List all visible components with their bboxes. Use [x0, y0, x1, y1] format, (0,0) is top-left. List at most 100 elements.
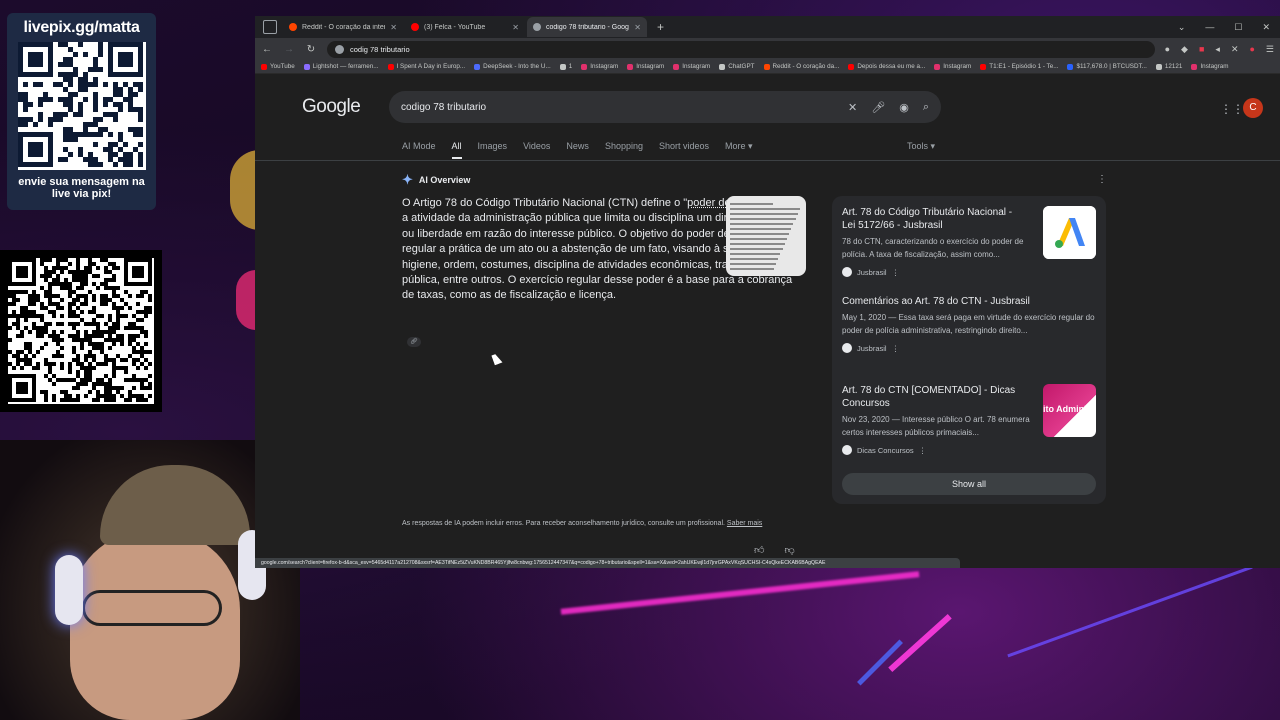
bookmark-item[interactable]: Reddit - O coração da...: [763, 63, 839, 70]
qr-module: [62, 157, 68, 162]
extension-icon[interactable]: ■: [1199, 44, 1204, 55]
speaker-icon[interactable]: ◂: [1215, 44, 1220, 55]
bookmark-item[interactable]: Instagram: [1191, 63, 1228, 70]
google-logo[interactable]: Google: [302, 96, 361, 118]
bookmark-item[interactable]: Depois dessa eu me a...: [848, 63, 925, 70]
source-card[interactable]: Comentários ao Art. 78 do CTN - Jusbrasi…: [842, 295, 1096, 384]
more-options-icon[interactable]: ⋮: [919, 446, 927, 455]
forward-icon[interactable]: →: [283, 44, 295, 55]
more-options-icon[interactable]: ⋮: [892, 344, 900, 353]
address-bar[interactable]: codig 78 tributario: [327, 40, 1155, 58]
apps-grid-icon[interactable]: ⋮⋮: [1220, 102, 1244, 116]
chevron-down-icon[interactable]: ⌄: [1178, 22, 1186, 33]
menu-icon[interactable]: ☰: [1266, 44, 1274, 55]
bookmark-item[interactable]: Instagram: [581, 63, 618, 70]
site-info-icon[interactable]: [335, 44, 344, 54]
thumbs-up-icon[interactable]: 👍︎: [754, 544, 764, 556]
microphone-icon[interactable]: 🎤︎: [871, 101, 885, 114]
thumbs-down-icon[interactable]: 👎︎: [784, 544, 794, 556]
tab-google-search[interactable]: codigo 78 tributario - Google S... ✕: [527, 17, 647, 37]
tab-reddit[interactable]: Reddit - O coração da internet ✕: [283, 17, 403, 37]
qr-module: [22, 82, 28, 87]
bookmark-item[interactable]: 1: [559, 63, 572, 70]
clear-icon[interactable]: ✕: [848, 101, 857, 114]
bookmark-label: DeepSeek - Into the U...: [483, 63, 551, 70]
sparkle-icon: ✦: [402, 172, 413, 187]
qr-module: [144, 334, 148, 338]
qr-module: [97, 117, 103, 122]
filter-tab[interactable]: All: [451, 141, 462, 159]
tab-youtube[interactable]: (3) Felca - YouTube ✕: [405, 17, 525, 37]
new-tab-button[interactable]: +: [649, 20, 672, 34]
show-all-button[interactable]: Show all: [842, 473, 1096, 495]
thumbnail-text-line: [730, 213, 798, 215]
filter-tab[interactable]: Short videos: [659, 141, 709, 159]
search-input[interactable]: codigo 78 tributario: [401, 102, 834, 113]
bookmark-item[interactable]: Instagram: [627, 63, 664, 70]
source-title[interactable]: Art. 78 do CTN [COMENTADO] - Dicas Concu…: [842, 384, 1027, 410]
qr-module: [60, 306, 64, 310]
minimize-icon[interactable]: —: [1205, 22, 1214, 33]
more-options-icon[interactable]: ⋮: [892, 268, 900, 277]
close-icon[interactable]: ✕: [512, 23, 519, 32]
search-icon[interactable]: ⌕: [923, 101, 929, 114]
bookmark-item[interactable]: $117,678.0 | BTCUSDT...: [1067, 63, 1147, 70]
bookmark-item[interactable]: Instagram: [673, 63, 710, 70]
reload-icon[interactable]: ↻: [305, 44, 317, 55]
search-box[interactable]: codigo 78 tributario ✕ 🎤︎ ◉ ⌕: [389, 91, 941, 123]
bookmark-item[interactable]: I Spent A Day in Europ...: [387, 63, 465, 70]
extension-icon[interactable]: ●: [1165, 44, 1170, 55]
qr-module: [96, 398, 100, 402]
filter-tab[interactable]: Videos: [523, 141, 550, 159]
qr-module: [68, 262, 72, 266]
qr-module: [148, 310, 152, 314]
qr-module: [40, 346, 44, 350]
tools-button[interactable]: Tools ▾: [907, 141, 935, 152]
qr-module: [28, 330, 32, 334]
bookmark-item[interactable]: ChatGPT: [719, 63, 755, 70]
source-card[interactable]: Art. 78 do Código Tributário Nacional - …: [842, 206, 1096, 295]
qr-module: [48, 322, 52, 326]
puzzle-icon[interactable]: ◆: [1181, 44, 1188, 55]
filter-tab[interactable]: More ▾: [725, 141, 753, 159]
close-icon[interactable]: ✕: [390, 23, 397, 32]
extension-icon[interactable]: ✕: [1231, 44, 1239, 55]
sources-panel: Art. 78 do Código Tributário Nacional - …: [832, 196, 1106, 504]
bookmark-item[interactable]: YouTube: [261, 63, 295, 70]
back-icon[interactable]: ←: [261, 44, 273, 55]
close-window-icon[interactable]: ✕: [1262, 22, 1270, 33]
feedback-buttons: 👍︎ 👎︎: [754, 544, 795, 556]
bookmark-item[interactable]: DeepSeek - Into the U...: [474, 63, 551, 70]
filter-tab[interactable]: Images: [478, 141, 508, 159]
link-icon[interactable]: 🔗︎: [407, 337, 421, 347]
filter-tab[interactable]: AI Mode: [402, 141, 436, 159]
qr-module: [16, 266, 28, 278]
bookmark-item[interactable]: Instagram: [934, 63, 971, 70]
qr-module: [128, 306, 132, 310]
learn-more-link[interactable]: Saber mais: [727, 520, 762, 527]
source-card[interactable]: Art. 78 do CTN [COMENTADO] - Dicas Concu…: [842, 384, 1096, 473]
bookmark-item[interactable]: Lightshot — ferramen...: [303, 63, 379, 70]
qr-module: [16, 298, 20, 302]
source-title[interactable]: Comentários ao Art. 78 do CTN - Jusbrasi…: [842, 295, 1096, 308]
filter-tab[interactable]: News: [566, 141, 589, 159]
bookmark-label: Instagram: [1200, 63, 1229, 70]
bookmark-item[interactable]: T1:E1 - Episódio 1 - Te...: [980, 63, 1058, 70]
filter-tab[interactable]: Shopping: [605, 141, 643, 159]
source-title[interactable]: Art. 78 do Código Tributário Nacional - …: [842, 206, 1027, 232]
camera-icon[interactable]: ◉: [899, 101, 909, 114]
qr-module: [12, 366, 16, 370]
qr-module: [108, 346, 112, 350]
qr-module: [112, 342, 116, 346]
maximize-icon[interactable]: ☐: [1234, 22, 1242, 33]
bookmark-item[interactable]: 12121: [1155, 63, 1182, 70]
profile-icon[interactable]: ●: [1249, 44, 1254, 55]
ai-overview-thumbnail[interactable]: [726, 196, 806, 276]
divider: [255, 160, 1280, 161]
tab-search-icon[interactable]: [263, 20, 277, 34]
qr-module: [148, 386, 152, 390]
close-icon[interactable]: ✕: [634, 23, 641, 32]
more-options-icon[interactable]: ⋮: [1097, 174, 1107, 185]
qr-module: [52, 382, 56, 386]
account-avatar[interactable]: C: [1243, 98, 1263, 118]
